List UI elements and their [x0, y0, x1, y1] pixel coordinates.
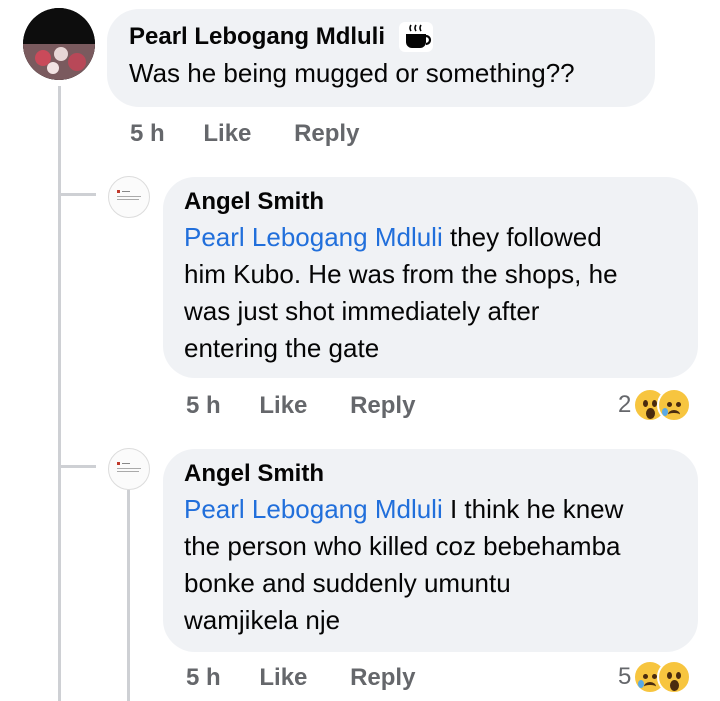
comment-actions: 5 h Like Reply — [186, 392, 415, 420]
reply-button[interactable]: Reply — [350, 392, 415, 420]
comment-author[interactable]: Angel Smith — [184, 459, 698, 489]
like-button[interactable]: Like — [259, 392, 307, 420]
thread-line-main — [58, 86, 61, 701]
reply-button[interactable]: Reply — [350, 664, 415, 692]
avatar[interactable] — [108, 448, 150, 490]
avatar[interactable] — [108, 176, 150, 218]
comment-author[interactable]: Angel Smith — [184, 187, 698, 217]
reaction-summary[interactable]: 2 — [618, 388, 692, 422]
reaction-count: 2 — [618, 391, 632, 418]
reply-bubble: Angel Smith Pearl Lebogang Mdluli I thin… — [163, 449, 698, 652]
coffee-cup-icon — [399, 22, 434, 52]
comment-text: Pearl Lebogang Mdluli I think he knew th… — [184, 494, 624, 635]
comment-time[interactable]: 5 h — [186, 664, 221, 692]
comment-actions: 5 h Like Reply — [130, 120, 359, 148]
reaction-summary[interactable]: 5 — [618, 660, 692, 694]
mention-link[interactable]: Pearl Lebogang Mdluli — [184, 222, 443, 252]
reaction-count: 5 — [618, 663, 632, 690]
like-button[interactable]: Like — [259, 664, 307, 692]
wow-emoji-icon — [657, 660, 692, 694]
avatar[interactable] — [23, 8, 95, 80]
comment-bubble: Pearl Lebogang Mdluli Was he being mugge… — [107, 9, 655, 107]
mention-link[interactable]: Pearl Lebogang Mdluli — [184, 494, 443, 524]
comment-text: Was he being mugged or something?? — [129, 58, 575, 88]
thread-line-reply — [127, 490, 130, 701]
reply-bubble: Angel Smith Pearl Lebogang Mdluli they f… — [163, 177, 698, 378]
sad-emoji-icon — [657, 388, 692, 422]
comment-actions: 5 h Like Reply — [186, 664, 415, 692]
reply-button[interactable]: Reply — [294, 120, 359, 148]
comment-time[interactable]: 5 h — [130, 120, 165, 148]
thread-connector-2 — [58, 465, 96, 468]
like-button[interactable]: Like — [203, 120, 251, 148]
comment-text: Pearl Lebogang Mdluli they followed him … — [184, 222, 618, 363]
comment-author[interactable]: Pearl Lebogang Mdluli — [129, 22, 385, 52]
comment-time[interactable]: 5 h — [186, 392, 221, 420]
thread-connector-1 — [58, 193, 96, 196]
